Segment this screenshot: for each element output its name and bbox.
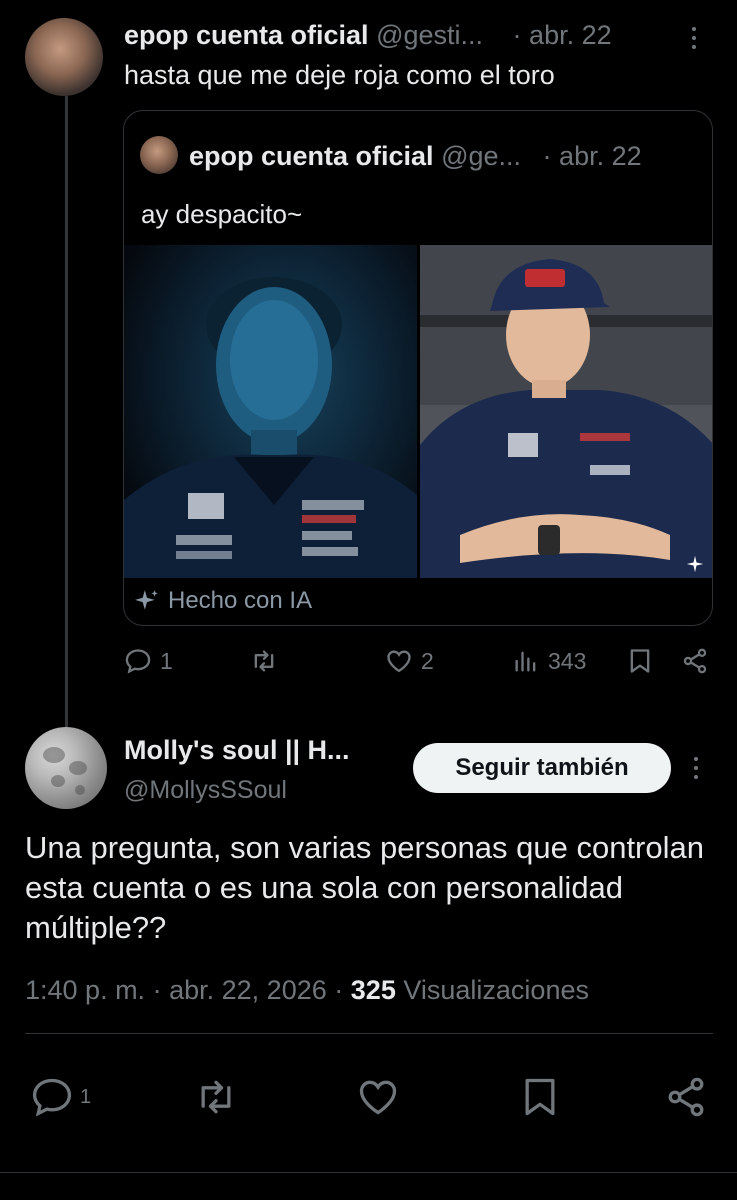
reply-icon <box>125 649 151 674</box>
reply-text: hasta que me deje roja como el toro <box>124 60 555 90</box>
image-sparkle-icon <box>686 555 704 573</box>
post-author-avatar[interactable] <box>25 727 107 809</box>
post-reply-count: 1 <box>80 1085 92 1108</box>
post-action-bar: 1 <box>0 1075 737 1125</box>
bookmark-icon <box>630 649 650 673</box>
views-chart-icon <box>515 651 536 672</box>
reply-author-avatar[interactable] <box>25 18 103 96</box>
reply-like-button[interactable]: 2 <box>385 647 434 675</box>
repost-icon <box>201 1080 231 1114</box>
follow-back-button[interactable]: Seguir también <box>413 743 671 793</box>
quote-separator: · <box>542 141 552 171</box>
quote-image-left[interactable] <box>124 245 417 578</box>
quote-author-handle: @ge... <box>441 141 522 171</box>
post-repost-button[interactable] <box>193 1075 239 1119</box>
reply-like-count: 2 <box>421 647 434 674</box>
share-icon <box>683 648 707 674</box>
thread-connector-line <box>65 96 68 728</box>
reply-share-button[interactable] <box>680 647 710 675</box>
post-more-icon[interactable] <box>693 757 699 779</box>
quote-date: abr. 22 <box>559 141 642 171</box>
sparkle-icon <box>135 590 158 610</box>
reply-views-count: 343 <box>548 647 587 674</box>
ai-label-text: Hecho con IA <box>168 587 313 614</box>
quote-author-avatar <box>140 136 178 174</box>
reply-header: epop cuenta oficial @gesti... · abr. 22 <box>124 20 612 51</box>
heart-icon <box>387 650 411 673</box>
reply-separator: · <box>512 20 522 50</box>
post-author-handle[interactable]: @MollysSSoul <box>124 776 287 805</box>
reply-bookmark-button[interactable] <box>626 647 654 675</box>
post-date[interactable]: abr. 22, 2026 <box>169 975 327 1005</box>
post-time[interactable]: 1:40 p. m. <box>25 975 145 1005</box>
heart-icon <box>359 1080 397 1115</box>
reply-repost-button[interactable] <box>249 647 279 675</box>
reply-reply-button[interactable]: 1 <box>124 647 173 675</box>
reply-icon <box>32 1078 72 1117</box>
reply-date[interactable]: abr. 22 <box>529 20 612 50</box>
quote-header: epop cuenta oficial @ge... · abr. 22 <box>189 141 642 172</box>
post-share-button[interactable] <box>663 1075 709 1119</box>
post-reply-button[interactable]: 1 <box>30 1075 91 1119</box>
post-bookmark-button[interactable] <box>518 1075 562 1119</box>
post-meta-sep2: · <box>334 975 344 1005</box>
quoted-tweet-card[interactable]: epop cuenta oficial @ge... · abr. 22 ay … <box>123 110 713 626</box>
reply-action-bar: 1 2 343 <box>124 643 714 683</box>
share-icon <box>668 1077 704 1117</box>
bookmark-icon <box>525 1078 555 1116</box>
quote-image-right[interactable] <box>420 245 712 578</box>
post-author-name[interactable]: Molly's soul || H... <box>124 735 350 766</box>
reply-reply-count: 1 <box>160 647 173 674</box>
post-meta-sep1: · <box>152 975 162 1005</box>
post-meta: 1:40 p. m. · abr. 22, 2026 · 325 Visuali… <box>25 975 589 1006</box>
quote-author-name: epop cuenta oficial <box>189 141 434 171</box>
ai-generated-label[interactable]: Hecho con IA <box>134 587 312 615</box>
reply-author-name[interactable]: epop cuenta oficial <box>124 20 369 50</box>
reply-more-icon[interactable] <box>691 27 697 49</box>
reply-author-handle[interactable]: @gesti... <box>376 20 483 50</box>
post-like-button[interactable] <box>356 1075 400 1119</box>
reply-views-button[interactable]: 343 <box>512 647 586 675</box>
post-views-count: 325 <box>350 975 396 1005</box>
bottom-divider <box>0 1172 737 1173</box>
repost-icon <box>254 650 274 672</box>
meta-divider <box>25 1033 713 1034</box>
quote-text: ay despacito~ <box>141 199 303 229</box>
post-text: Una pregunta, son varias personas que co… <box>25 830 704 945</box>
post-views-label: Visualizaciones <box>403 975 589 1005</box>
